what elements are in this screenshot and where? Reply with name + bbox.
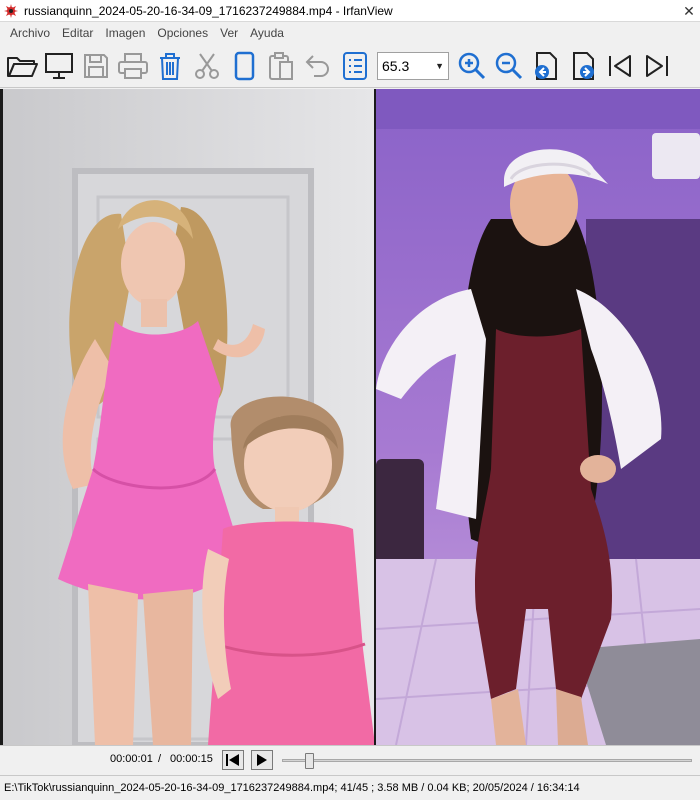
- menu-bar: Archivo Editar Imagen Opciones Ver Ayuda: [0, 22, 700, 44]
- total-time: 00:00:15: [170, 753, 213, 765]
- menu-editar[interactable]: Editar: [56, 22, 99, 44]
- time-separator: /: [158, 753, 162, 765]
- current-time: 00:00:01: [110, 753, 153, 765]
- skip-to-start-button[interactable]: [222, 750, 244, 770]
- next-file-icon[interactable]: [638, 46, 675, 86]
- copy-icon[interactable]: [225, 46, 262, 86]
- play-icon: [257, 754, 267, 766]
- play-button[interactable]: [251, 750, 273, 770]
- page-prev-icon[interactable]: [527, 46, 564, 86]
- seek-thumb[interactable]: [305, 753, 315, 769]
- previous-file-icon[interactable]: [601, 46, 638, 86]
- zoom-out-icon[interactable]: [490, 46, 527, 86]
- properties-icon[interactable]: [336, 46, 373, 86]
- menu-ver[interactable]: Ver: [214, 22, 244, 44]
- playback-bar: 00:00:01 / 00:00:15: [0, 745, 700, 774]
- menu-opciones[interactable]: Opciones: [151, 22, 214, 44]
- video-viewer[interactable]: [0, 89, 700, 745]
- save-icon[interactable]: [77, 46, 114, 86]
- zoom-value: 65.3: [382, 57, 410, 74]
- video-frame-left: [3, 89, 374, 745]
- status-bar: E:\TikTok\russianquinn_2024-05-20-16-34-…: [0, 775, 700, 800]
- skip-back-icon: [226, 754, 239, 766]
- delete-icon[interactable]: [151, 46, 188, 86]
- page-next-icon[interactable]: [564, 46, 601, 86]
- zoom-in-icon[interactable]: [453, 46, 490, 86]
- toolbar: 65.3 ▼: [0, 44, 700, 88]
- irfanview-app-icon[interactable]: [3, 3, 19, 19]
- chevron-down-icon[interactable]: ▼: [435, 61, 444, 71]
- menu-ayuda[interactable]: Ayuda: [244, 22, 290, 44]
- window-title: russianquinn_2024-05-20-16-34-09_1716237…: [24, 3, 393, 18]
- paste-icon[interactable]: [262, 46, 299, 86]
- zoom-select[interactable]: 65.3 ▼: [377, 51, 449, 80]
- video-frame-right: [376, 89, 700, 745]
- menu-archivo[interactable]: Archivo: [4, 22, 56, 44]
- undo-icon[interactable]: [299, 46, 336, 86]
- seek-bar[interactable]: [282, 759, 692, 762]
- print-icon[interactable]: [114, 46, 151, 86]
- cut-icon[interactable]: [188, 46, 225, 86]
- close-icon[interactable]: ✕: [678, 0, 700, 22]
- open-folder-icon[interactable]: [3, 46, 40, 86]
- title-bar: russianquinn_2024-05-20-16-34-09_1716237…: [0, 0, 700, 22]
- slideshow-monitor-icon[interactable]: [40, 46, 77, 86]
- menu-imagen[interactable]: Imagen: [99, 22, 151, 44]
